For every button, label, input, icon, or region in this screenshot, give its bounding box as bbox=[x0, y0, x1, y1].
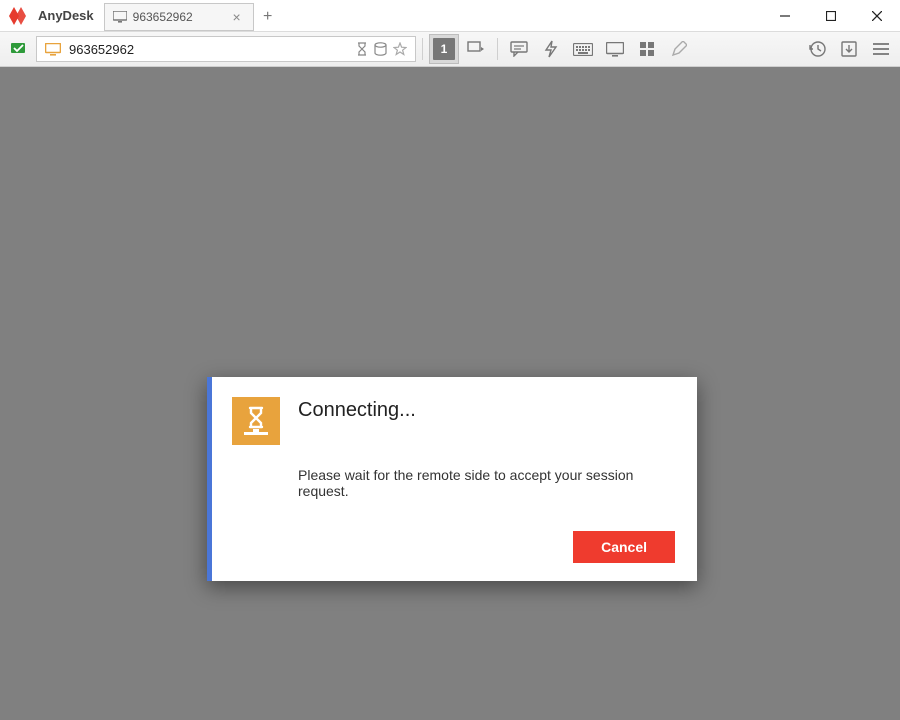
toolbar-separator bbox=[422, 38, 423, 60]
session-canvas: Connecting... Please wait for the remote… bbox=[0, 67, 900, 720]
address-value: 963652962 bbox=[69, 42, 348, 57]
permissions-shield-icon[interactable] bbox=[632, 34, 662, 64]
dialog-message: Please wait for the remote side to accep… bbox=[298, 467, 675, 499]
hourglass-icon[interactable] bbox=[356, 42, 368, 56]
window-controls bbox=[762, 0, 900, 32]
disk-icon[interactable] bbox=[374, 42, 387, 56]
close-button[interactable] bbox=[854, 0, 900, 32]
address-actions bbox=[356, 42, 407, 56]
menu-hamburger-icon[interactable] bbox=[866, 34, 896, 64]
display-icon[interactable] bbox=[600, 34, 630, 64]
keyboard-icon[interactable] bbox=[568, 34, 598, 64]
download-icon[interactable] bbox=[834, 34, 864, 64]
history-clock-icon[interactable] bbox=[802, 34, 832, 64]
connection-status-icon[interactable] bbox=[4, 34, 34, 64]
whiteboard-pen-icon[interactable] bbox=[664, 34, 694, 64]
minimize-button[interactable] bbox=[762, 0, 808, 32]
chat-icon[interactable] bbox=[504, 34, 534, 64]
tab-session[interactable]: 963652962 × bbox=[104, 3, 254, 31]
toolbar-separator bbox=[497, 38, 498, 60]
star-icon[interactable] bbox=[393, 42, 407, 56]
app-name: AnyDesk bbox=[38, 8, 94, 23]
hourglass-monitor-icon bbox=[232, 397, 280, 445]
monitor-orange-icon bbox=[45, 43, 61, 56]
address-box[interactable]: 963652962 bbox=[36, 36, 416, 62]
tab-close-icon[interactable]: × bbox=[228, 8, 244, 26]
cancel-button[interactable]: Cancel bbox=[573, 531, 675, 563]
new-tab-button[interactable]: + bbox=[254, 3, 282, 31]
monitor-number-badge: 1 bbox=[433, 38, 455, 60]
dialog-title: Connecting... bbox=[298, 399, 416, 422]
maximize-button[interactable] bbox=[808, 0, 854, 32]
toolbar: 963652962 1 bbox=[0, 32, 900, 67]
monitor-select-button[interactable]: 1 bbox=[429, 34, 459, 64]
monitor-icon bbox=[113, 11, 127, 23]
titlebar: AnyDesk 963652962 × + bbox=[0, 0, 900, 32]
monitor-next-icon[interactable] bbox=[461, 34, 491, 64]
app-logo-icon bbox=[8, 4, 32, 28]
tab-label: 963652962 bbox=[133, 10, 193, 24]
connecting-dialog: Connecting... Please wait for the remote… bbox=[207, 377, 697, 581]
actions-lightning-icon[interactable] bbox=[536, 34, 566, 64]
